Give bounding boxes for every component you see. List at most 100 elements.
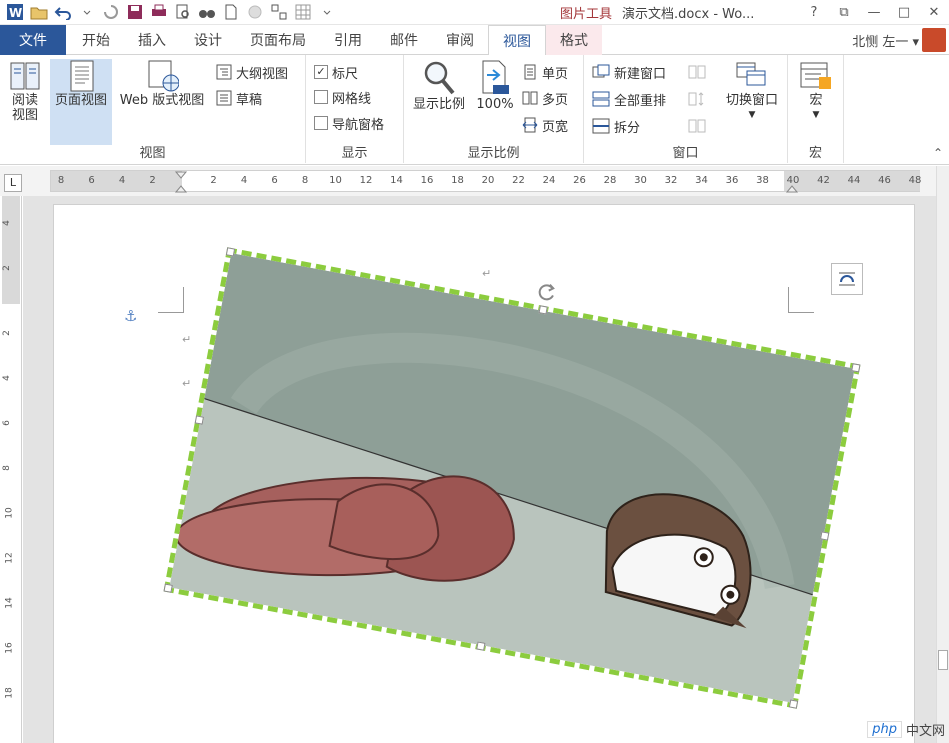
ruler-check-icon[interactable]: ✓ <box>314 65 328 79</box>
customize-qat-icon[interactable] <box>316 2 338 22</box>
gridlines-checkbox[interactable]: 网格线 <box>314 86 371 108</box>
tab-format[interactable]: 格式 <box>546 25 602 55</box>
right-indent-marker-icon[interactable] <box>786 171 798 193</box>
undo-icon[interactable] <box>52 2 74 22</box>
tab-references[interactable]: 引用 <box>320 25 376 55</box>
rotate-handle-icon[interactable] <box>534 279 560 305</box>
web-layout-button[interactable]: Web 版式视图 <box>114 59 210 108</box>
horizontal-ruler[interactable]: 8 6 4 2 2 4 6 8 10 12 14 16 18 20 22 24 26 28 30 32 34 36 38 40… <box>50 170 921 193</box>
collapse-ribbon-icon[interactable]: ⌃ <box>933 146 943 160</box>
view-side-by-side-icon[interactable] <box>688 61 706 83</box>
tab-home[interactable]: 开始 <box>68 25 124 55</box>
zoom-button[interactable]: 显示比例 <box>408 59 470 112</box>
group-show: ✓ 标尺 网格线 导航窗格 显示 <box>306 55 404 163</box>
ruler-tick-label: 8 <box>1 465 12 471</box>
vertical-ruler[interactable]: 4 2 2 4 6 8 10 12 14 16 18 <box>0 196 22 743</box>
layout-icon[interactable] <box>268 2 290 22</box>
close-button[interactable]: ✕ <box>919 0 949 24</box>
read-mode-button[interactable]: 阅读 视图 <box>4 59 46 123</box>
ribbon-view: 阅读 视图 页面视图 Web 版式视图 大纲视图 草稿 视图 ✓ 标尺 网格线 <box>0 55 949 165</box>
resize-handle[interactable] <box>538 305 548 315</box>
ruler-tick-label: 26 <box>573 175 586 186</box>
tab-selector[interactable]: L <box>4 174 22 192</box>
undo-dropdown-icon[interactable] <box>76 2 98 22</box>
arrange-all-button[interactable]: 全部重排 <box>592 88 666 110</box>
layout-options-button[interactable] <box>831 263 863 295</box>
draft-view-button[interactable]: 草稿 <box>216 87 262 109</box>
tab-insert[interactable]: 插入 <box>124 25 180 55</box>
outline-view-button[interactable]: 大纲视图 <box>216 61 288 83</box>
new-window-button[interactable]: 新建窗口 <box>592 61 666 83</box>
macros-dropdown-icon: ▼ <box>812 110 820 120</box>
macros-icon <box>800 62 831 89</box>
minimize-button[interactable]: — <box>859 0 889 24</box>
anchor-icon[interactable]: ⚓ <box>124 307 137 325</box>
reset-window-position-icon[interactable] <box>688 115 706 137</box>
macros-label: 宏 <box>809 93 823 108</box>
split-icon <box>592 118 610 134</box>
tab-view[interactable]: 视图 <box>488 25 546 56</box>
resize-handle[interactable] <box>163 583 173 593</box>
nav-pane-check-icon[interactable] <box>314 116 328 130</box>
ruler-tick-label: 18 <box>4 687 15 699</box>
group-window-label: 窗口 <box>672 146 699 161</box>
tab-mailings[interactable]: 邮件 <box>376 25 432 55</box>
redo-icon[interactable] <box>100 2 122 22</box>
resize-handle[interactable] <box>788 699 799 709</box>
tab-design[interactable]: 设计 <box>180 25 236 55</box>
table-grid-icon[interactable] <box>292 2 314 22</box>
ruler-tick-label: 8 <box>57 175 65 186</box>
zoom-100-button[interactable]: 100% <box>474 59 516 112</box>
print-preview-icon[interactable] <box>172 2 194 22</box>
resize-handle[interactable] <box>194 415 204 425</box>
resize-handle[interactable] <box>820 531 830 541</box>
user-account[interactable]: 北恻 左一 ▾ <box>852 31 919 50</box>
nav-pane-checkbox[interactable]: 导航窗格 <box>314 112 384 134</box>
tab-page-layout[interactable]: 页面布局 <box>236 25 320 55</box>
page-width-icon <box>522 117 538 133</box>
ruler-checkbox[interactable]: ✓ 标尺 <box>314 61 358 83</box>
svg-text:W: W <box>9 6 22 20</box>
synchronous-scrolling-icon[interactable] <box>688 88 706 110</box>
indent-marker-icon[interactable] <box>175 171 187 193</box>
switch-window-button[interactable]: 切换窗口 ▼ <box>720 59 784 123</box>
ruler-tick-label: 4 <box>240 175 248 186</box>
avatar[interactable] <box>922 28 946 52</box>
resize-handle[interactable] <box>476 641 486 651</box>
save-icon[interactable] <box>124 2 146 22</box>
page-width-button[interactable]: 页宽 <box>522 114 568 136</box>
ruler-tick-label: 4 <box>1 375 12 381</box>
one-page-button[interactable]: 单页 <box>522 61 568 83</box>
gridlines-label: 网格线 <box>332 91 372 107</box>
vertical-scrollbar[interactable] <box>936 166 949 743</box>
ruler-tick-label: 4 <box>1 220 12 226</box>
one-page-label: 单页 <box>542 66 569 82</box>
open-folder-icon[interactable] <box>28 2 50 22</box>
scrollbar-thumb[interactable] <box>938 650 948 670</box>
ruler-tick-label: 24 <box>542 175 556 186</box>
ribbon-tab-bar: 文件 开始 插入 设计 页面布局 引用 邮件 审阅 视图 格式 北恻 左一 ▾ <box>0 25 949 56</box>
ruler-label: 标尺 <box>332 66 359 82</box>
macros-button[interactable]: 宏 ▼ <box>796 59 836 123</box>
split-button[interactable]: 拆分 <box>592 115 640 137</box>
ribbon-display-options-button[interactable]: ⧉ <box>829 0 859 24</box>
tab-file[interactable]: 文件 <box>0 25 66 55</box>
watermark-logo: php <box>867 721 902 738</box>
tab-review[interactable]: 审阅 <box>432 25 488 55</box>
ruler-tick-label: 6 <box>1 420 12 426</box>
new-document-icon[interactable] <box>220 2 242 22</box>
resize-handle[interactable] <box>851 363 861 373</box>
ruler-tick-label: 28 <box>603 175 617 186</box>
group-views-label: 视图 <box>139 146 166 161</box>
print-layout-button[interactable]: 页面视图 <box>50 59 112 145</box>
ruler-tick-label: 16 <box>420 175 434 186</box>
resize-handle[interactable] <box>225 247 236 257</box>
gridlines-check-icon[interactable] <box>314 90 328 104</box>
help-button[interactable]: ? <box>799 0 829 24</box>
group-zoom: 显示比例 100% 单页 多页 页宽 显示比例 <box>404 55 584 163</box>
print-icon[interactable] <box>148 2 170 22</box>
binoculars-icon[interactable] <box>196 2 218 22</box>
maximize-button[interactable]: □ <box>889 0 919 24</box>
circle-shape-icon[interactable] <box>244 2 266 22</box>
multiple-pages-button[interactable]: 多页 <box>522 87 568 109</box>
